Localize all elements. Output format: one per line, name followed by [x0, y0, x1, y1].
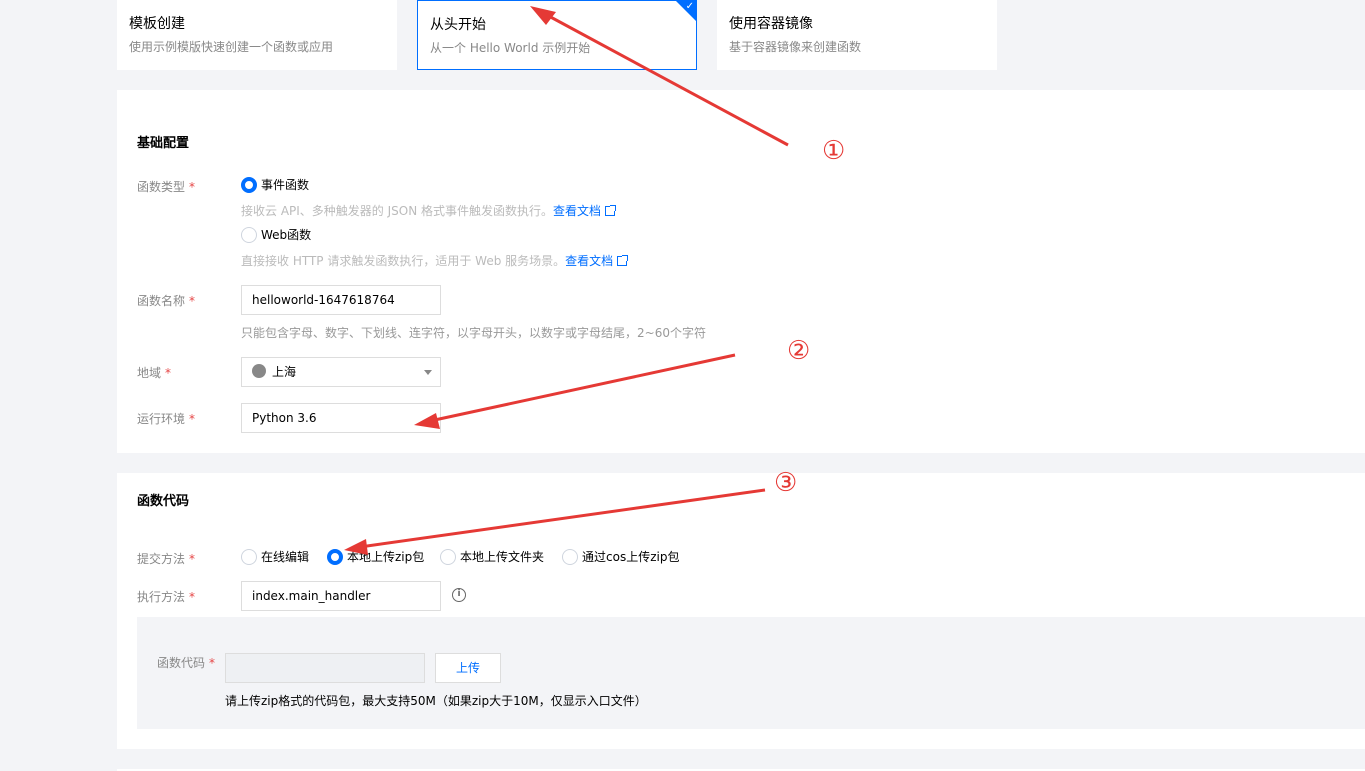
check-icon: ✓	[685, 1, 694, 12]
globe-icon	[252, 364, 266, 378]
function-code-panel: 函数代码 提交方法 * 在线编辑 本地上传zip包 本地上传文件夹 通过cos上传…	[117, 473, 1365, 749]
template-card-title: 使用容器镜像	[729, 16, 813, 32]
handler-input[interactable]: index.main_handler	[241, 581, 441, 611]
basic-config-panel: 基础配置 函数类型 * 事件函数 接收云 API、多种触发器的 JSON 格式事件…	[117, 90, 1365, 453]
doc-link[interactable]: 查看文档	[553, 204, 601, 218]
runtime-label: 运行环境 *	[137, 412, 196, 426]
function-name-help: 只能包含字母、数字、下划线、连字符，以字母开头，以数字或字母结尾，2~60个字符	[241, 326, 706, 340]
template-card-title: 从头开始	[430, 17, 486, 33]
radio-unchecked-icon	[241, 548, 257, 565]
annotation-label-3: ③	[774, 468, 798, 498]
template-card-template[interactable]: 模板创建 使用示例模版快速创建一个函数或应用	[117, 0, 397, 70]
radio-unchecked-icon	[241, 226, 257, 243]
event-function-help: 接收云 API、多种触发器的 JSON 格式事件触发函数执行。查看文档	[241, 202, 617, 219]
runtime-select[interactable]: Python 3.6	[241, 403, 441, 433]
function-name-label: 函数名称 *	[137, 294, 196, 308]
submit-method-label: 提交方法 *	[137, 552, 196, 566]
template-card-desc: 从一个 Hello World 示例开始	[430, 41, 591, 55]
upload-help: 请上传zip格式的代码包，最大支持50M（如果zip大于10M，仅显示入口文件）	[225, 694, 647, 708]
code-upload-area: 函数代码 * 上传 请上传zip格式的代码包，最大支持50M（如果zip大于10M…	[137, 617, 1365, 729]
event-function-radio[interactable]: 事件函数	[241, 176, 309, 193]
external-link-icon	[617, 255, 629, 266]
method-local-zip-radio[interactable]: 本地上传zip包	[327, 548, 424, 565]
method-local-folder-radio[interactable]: 本地上传文件夹	[440, 548, 544, 565]
function-name-input[interactable]: helloworld-1647618764	[241, 285, 441, 315]
web-function-help: 直接接收 HTTP 请求触发函数执行，适用于 Web 服务场景。查看文档	[241, 252, 629, 269]
template-card-scratch[interactable]: 从头开始 从一个 Hello World 示例开始 ✓	[417, 0, 697, 70]
code-file-input[interactable]	[225, 653, 425, 683]
function-type-label: 函数类型 *	[137, 180, 196, 194]
method-cos-zip-radio[interactable]: 通过cos上传zip包	[562, 548, 679, 565]
radio-checked-icon	[241, 176, 257, 193]
code-label: 函数代码 *	[157, 656, 216, 670]
web-function-radio[interactable]: Web函数	[241, 226, 311, 243]
annotation-label-2: ②	[787, 336, 811, 366]
upload-button[interactable]: 上传	[435, 653, 501, 683]
external-link-icon	[605, 205, 617, 216]
annotation-label-1: ①	[822, 136, 846, 166]
radio-unchecked-icon	[440, 548, 456, 565]
handler-label: 执行方法 *	[137, 590, 196, 604]
radio-unchecked-icon	[562, 548, 578, 565]
section-title: 函数代码	[137, 494, 190, 509]
region-select[interactable]: 上海	[241, 357, 441, 387]
method-online-edit-radio[interactable]: 在线编辑	[241, 548, 309, 565]
template-card-container[interactable]: 使用容器镜像 基于容器镜像来创建函数	[717, 0, 997, 70]
region-label: 地域 *	[137, 366, 172, 380]
template-card-desc: 基于容器镜像来创建函数	[729, 40, 862, 54]
template-card-title: 模板创建	[129, 16, 185, 32]
section-title: 基础配置	[137, 136, 190, 151]
radio-checked-icon	[327, 548, 343, 565]
info-icon[interactable]: i	[452, 588, 466, 602]
template-card-desc: 使用示例模版快速创建一个函数或应用	[129, 40, 334, 54]
chevron-down-icon	[424, 370, 432, 375]
doc-link[interactable]: 查看文档	[565, 254, 613, 268]
